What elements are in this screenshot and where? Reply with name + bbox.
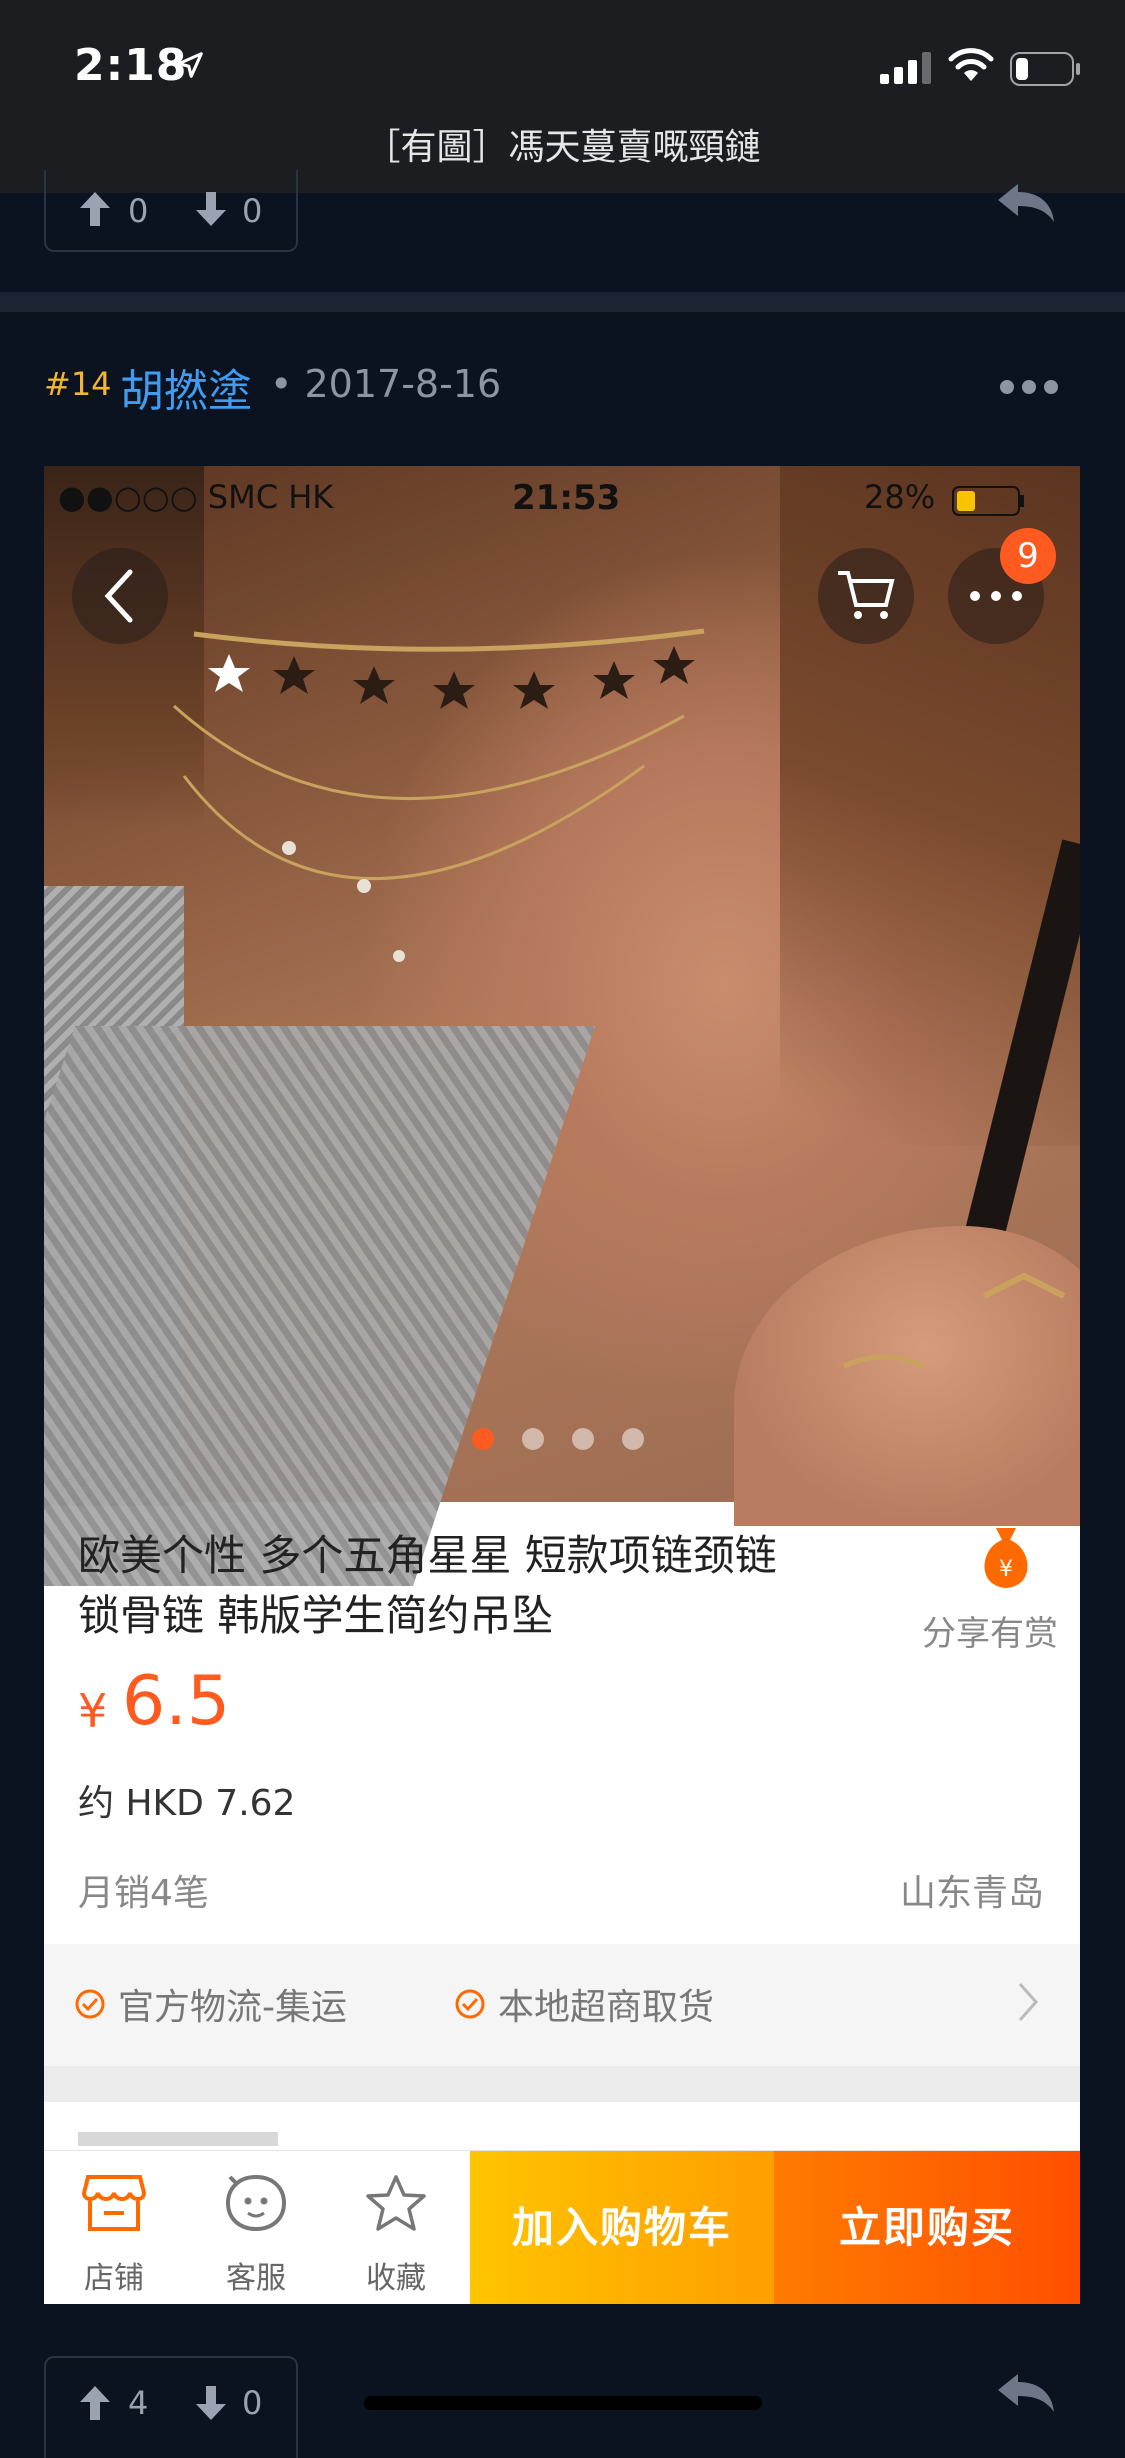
money-bag-icon[interactable]: ¥: [974, 1522, 1038, 1592]
status-time: 2:18: [74, 40, 188, 91]
downvote-icon[interactable]: [196, 192, 226, 226]
service-item: 官方物流-集运: [74, 1978, 347, 2030]
chevron-left-icon: [104, 569, 133, 623]
chat-face-icon: [225, 2174, 287, 2232]
screenshot-battery-icon: [952, 486, 1024, 516]
carousel-dot-active[interactable]: [472, 1428, 494, 1450]
wifi-icon: [948, 48, 994, 81]
product-title-line: 欧美个性 多个五角星星 短款项链颈链: [78, 1531, 777, 1580]
necklace-illustration: [172, 628, 1066, 1369]
price-value: 6.5: [122, 1662, 231, 1741]
product-title: 欧美个性 多个五角星星 短款项链颈链 锁骨链 韩版学生简约吊坠: [78, 1526, 908, 1646]
post-number: #14: [44, 365, 112, 403]
check-circle-icon: [455, 1989, 485, 2019]
price-currency: ¥: [78, 1684, 108, 1738]
svg-text:¥: ¥: [999, 1557, 1013, 1582]
upvote-count: 4: [128, 2384, 149, 2422]
product-action-bar: 店铺 客服 收藏 加入购物车 立即购买: [44, 2150, 1080, 2304]
screenshot-time: 21:53: [512, 478, 621, 518]
share-reward-label[interactable]: 分享有赏: [922, 1606, 1058, 1655]
downvote-icon[interactable]: [196, 2386, 226, 2420]
service-label: 官方物流-集运: [118, 1987, 347, 2028]
chevron-right-icon[interactable]: [1016, 1980, 1040, 2024]
service-label: 本地超商取货: [498, 1987, 715, 2028]
location-arrow-icon: [177, 52, 203, 78]
add-to-cart-button[interactable]: 加入购物车: [470, 2151, 774, 2304]
favorite-label: 收藏: [366, 2261, 426, 2296]
monthly-sales: 月销4笔: [78, 1873, 209, 1914]
upvote-icon[interactable]: [80, 2386, 110, 2420]
star-icon: [366, 2175, 426, 2231]
post-vote-box: 4 0: [44, 2356, 298, 2458]
post-author[interactable]: 胡撚塗: [120, 355, 252, 419]
thread-title: ［有圖］馮天蔓賣嘅頸鏈: [364, 127, 761, 168]
screenshot-carrier: ●●○○○ SMC HK: [58, 478, 334, 516]
more-dots-icon: [970, 591, 1022, 601]
carousel-dot[interactable]: [622, 1428, 644, 1450]
previous-upvote-count: 0: [128, 192, 149, 230]
ship-origin: 山东青岛: [899, 1873, 1044, 1914]
customer-service-button[interactable]: 客服: [186, 2151, 326, 2304]
buy-now-button[interactable]: 立即购买: [774, 2151, 1080, 2304]
cart-button[interactable]: [818, 548, 914, 644]
screenshot-battery-percent: 28%: [864, 478, 936, 516]
section-gap: [44, 2066, 1080, 2102]
carousel-dot[interactable]: [522, 1428, 544, 1450]
top-bar: 2:18 ［有圖］馮天蔓賣嘅頸鏈: [0, 0, 1125, 193]
carousel-dot[interactable]: [572, 1428, 594, 1450]
reply-icon[interactable]: [996, 2370, 1056, 2414]
downvote-count: 0: [242, 2384, 263, 2422]
price-hkd: 约 HKD 7.62: [78, 1783, 296, 1824]
notification-badge: 9: [1000, 528, 1056, 584]
shop-label: 店铺: [84, 2261, 144, 2296]
favorite-button[interactable]: 收藏: [326, 2151, 466, 2304]
shop-button[interactable]: 店铺: [44, 2151, 184, 2304]
reply-icon[interactable]: [996, 180, 1056, 224]
embedded-product-screenshot[interactable]: ●●○○○ SMC HK 21:53 28% 9 欧美个性 多个五角星星 短款项…: [44, 466, 1080, 2304]
service-item: 本地超商取货: [454, 1978, 714, 2030]
product-title-line: 锁骨链 韩版学生简约吊坠: [78, 1591, 554, 1640]
customer-service-label: 客服: [226, 2261, 286, 2296]
store-icon: [81, 2175, 147, 2231]
product-photo: [44, 466, 1080, 1586]
post-date: • 2017-8-16: [270, 362, 502, 406]
next-section-peek: [78, 2132, 278, 2146]
post-divider: [0, 292, 1125, 312]
previous-post-vote-box: 0 0: [44, 170, 298, 252]
cellular-signal-icon: [880, 52, 931, 84]
check-circle-icon: [75, 1989, 105, 2019]
service-options[interactable]: 官方物流-集运 本地超商取货: [44, 1944, 1080, 2066]
shopping-cart-icon: [838, 571, 895, 619]
more-options-icon[interactable]: [1000, 380, 1058, 394]
back-button[interactable]: [72, 548, 168, 644]
upvote-icon[interactable]: [80, 192, 110, 226]
previous-downvote-count: 0: [242, 192, 263, 230]
home-indicator[interactable]: [364, 2396, 762, 2410]
battery-icon: [1010, 52, 1080, 86]
